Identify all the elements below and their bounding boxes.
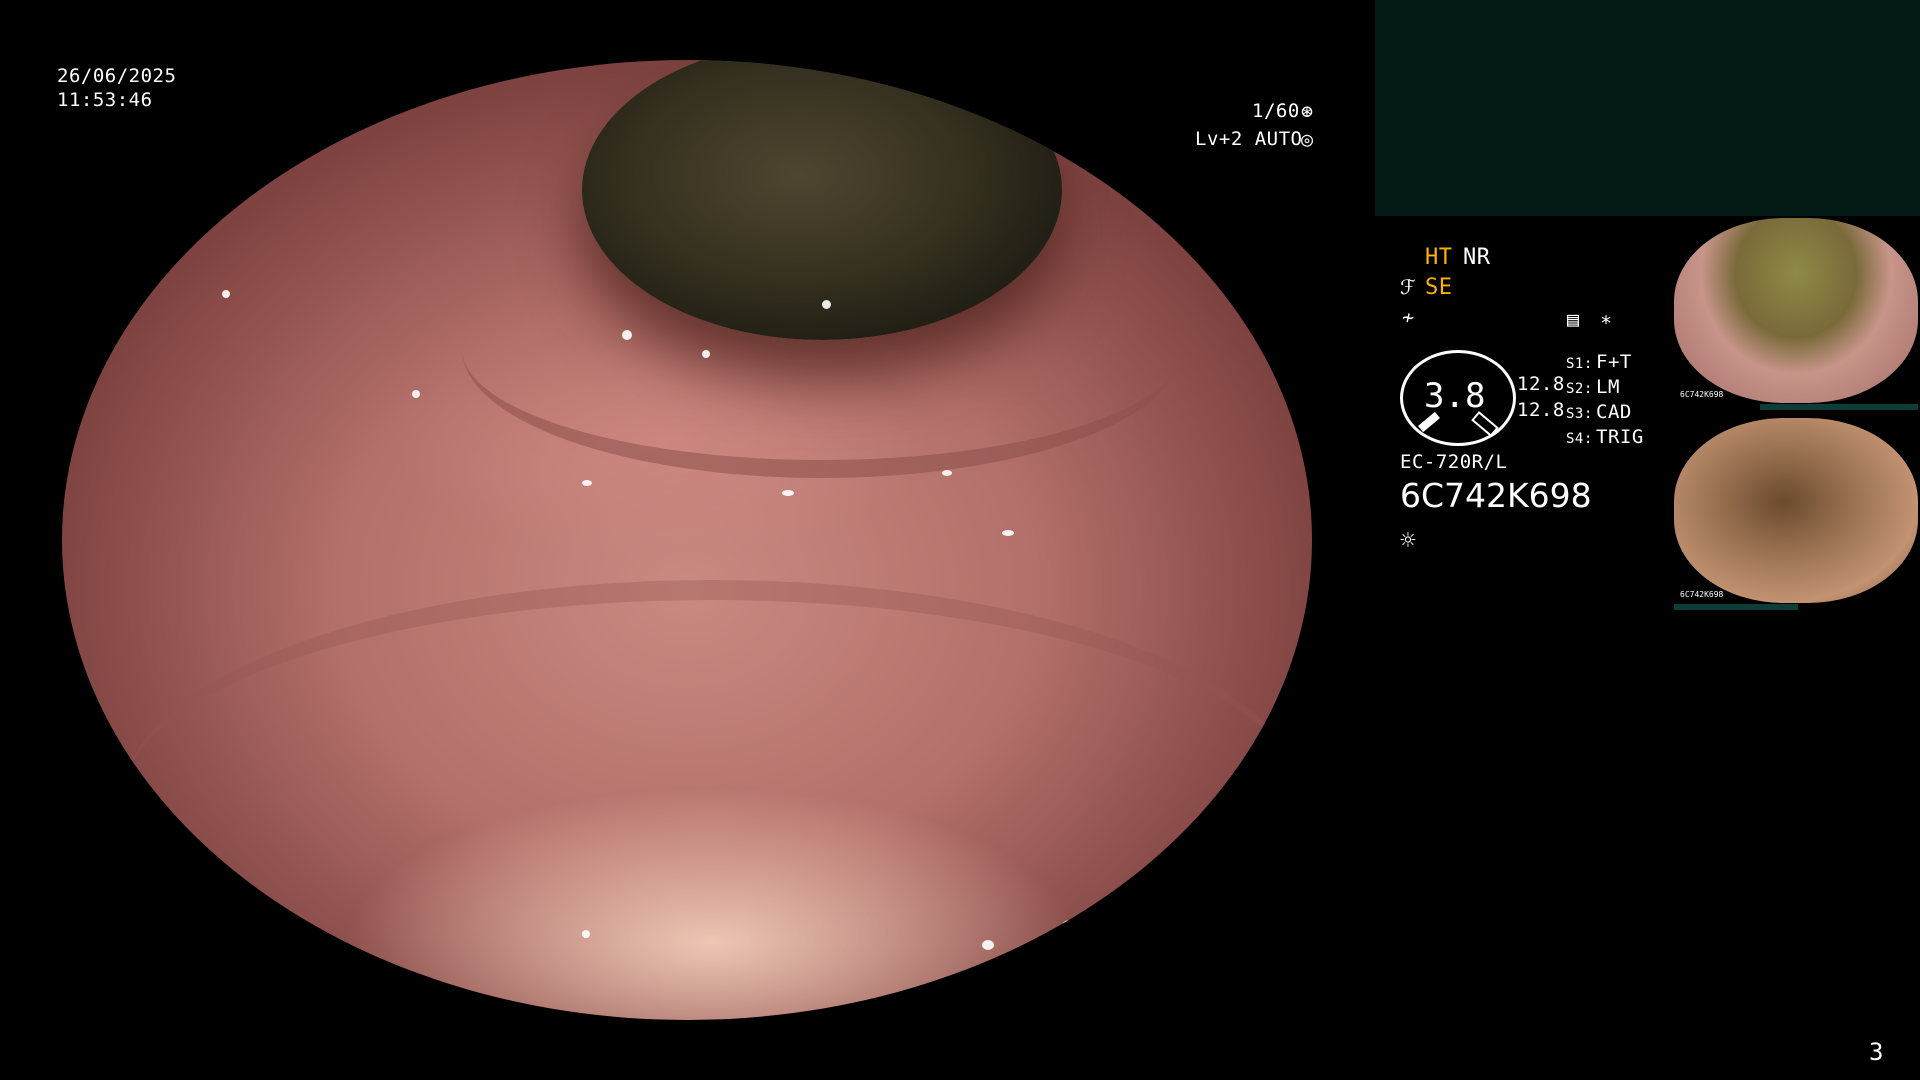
- mucosal-fold-upper: [462, 220, 1182, 478]
- scope-model-label: EC-720R/L: [1400, 451, 1508, 473]
- page-number: 3: [1869, 1038, 1884, 1066]
- glint: [412, 390, 420, 398]
- switch-key-1: S1:: [1566, 356, 1593, 372]
- aperture-icon: ⊛: [1301, 99, 1314, 123]
- switch-value-4: TRIG: [1596, 426, 1644, 448]
- gauge-right-value: 12.8: [1517, 399, 1565, 421]
- glint: [942, 470, 952, 476]
- gauge-value: 3.8: [1424, 376, 1486, 416]
- glint: [582, 930, 590, 938]
- endoscope-view: [62, 60, 1312, 1020]
- time-label: 11:53:46: [57, 89, 153, 111]
- switch-value-2: LM: [1596, 376, 1620, 398]
- mucosal-fold-lower: [122, 580, 1302, 1020]
- tilde-icon: ≁: [1402, 305, 1415, 329]
- glint: [1112, 910, 1122, 920]
- switch-value-1: F+T: [1596, 351, 1632, 373]
- shutter-label: 1/60: [1252, 100, 1300, 122]
- asterisk-icon: ∗: [1600, 307, 1613, 331]
- switch-key-4: S4:: [1566, 431, 1593, 447]
- scope-serial-label: 6C742K698: [1400, 476, 1592, 515]
- glint: [782, 490, 794, 496]
- thumbnail-1-bar: [1760, 404, 1918, 410]
- thumbnail-2-bar: [1674, 604, 1798, 610]
- switch-key-2: S2:: [1566, 381, 1593, 397]
- glint: [702, 350, 710, 358]
- gauge-left-value: 12.8: [1517, 373, 1565, 395]
- target-icon: ◎: [1301, 127, 1314, 151]
- switch-key-3: S3:: [1566, 406, 1593, 422]
- structure-enhance-icon: ℱ: [1400, 275, 1416, 299]
- glint: [1002, 530, 1014, 536]
- capture-thumbnail-2[interactable]: [1674, 418, 1918, 603]
- ht-mode-label: HT: [1425, 245, 1453, 270]
- switch-value-3: CAD: [1596, 401, 1632, 423]
- date-label: 26/06/2025: [57, 65, 177, 87]
- glint: [982, 940, 994, 950]
- thumbnail-2-serial: 6C742K698: [1680, 590, 1724, 599]
- glint: [1062, 920, 1078, 932]
- glint: [222, 290, 230, 298]
- thumbnail-1-serial: 6C742K698: [1680, 390, 1724, 399]
- capture-thumbnail-1[interactable]: [1674, 218, 1918, 403]
- se-mode-label: SE: [1425, 275, 1453, 300]
- level-label: Lv+2 AUTO: [1195, 128, 1303, 150]
- record-icon: ▤: [1567, 307, 1580, 331]
- glint: [822, 300, 831, 309]
- glint: [582, 480, 592, 486]
- info-panel: [1375, 0, 1920, 216]
- light-icon: ☼: [1400, 526, 1416, 556]
- nr-mode-label: NR: [1463, 245, 1491, 270]
- glint: [622, 330, 632, 340]
